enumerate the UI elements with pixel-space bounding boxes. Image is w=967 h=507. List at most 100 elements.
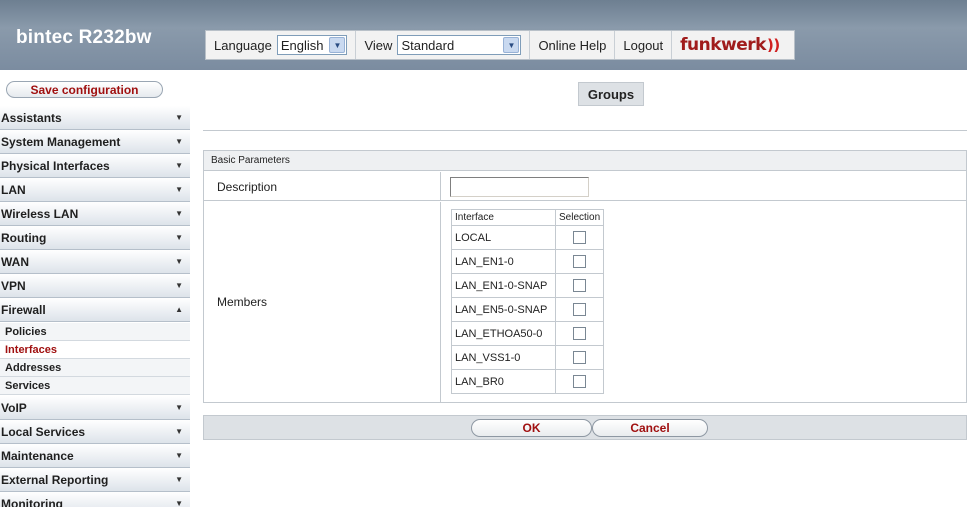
- view-selector: View Standard ▼: [356, 31, 531, 59]
- sidebar-item-vpn[interactable]: VPN ▼: [0, 274, 190, 298]
- tab-groups[interactable]: Groups: [578, 82, 644, 106]
- interface-column-header: Interface: [451, 209, 556, 226]
- main-content: Groups Basic Parameters Description Memb…: [193, 70, 967, 507]
- interface-name: LAN_VSS1-0: [451, 345, 556, 370]
- table-row: LAN_EN1-0: [451, 249, 604, 274]
- selection-checkbox[interactable]: [573, 231, 586, 244]
- sidebar-item-voip[interactable]: VoIP ▼: [0, 396, 190, 420]
- cancel-button[interactable]: Cancel: [592, 419, 708, 437]
- chevron-down-icon: ▼: [175, 281, 183, 290]
- button-bar: OK Cancel: [203, 415, 967, 440]
- logout-link[interactable]: Logout: [615, 31, 673, 59]
- sidebar-item-assistants[interactable]: Assistants ▼: [0, 106, 190, 130]
- selection-cell: [555, 249, 604, 274]
- selection-checkbox[interactable]: [573, 279, 586, 292]
- table-row: LAN_VSS1-0: [451, 345, 604, 370]
- top-toolbar: Language English ▼ View Standard ▼ Onlin…: [205, 30, 795, 60]
- interface-table-body: LOCAL LAN_EN1-0 LAN_EN1-0-SNAP LAN_EN5-0-SN…: [451, 225, 604, 394]
- interface-name: LAN_ETHOA50-0: [451, 321, 556, 346]
- chevron-down-icon: ▼: [175, 161, 183, 170]
- chevron-down-icon: ▼: [175, 233, 183, 242]
- description-input[interactable]: [450, 177, 589, 197]
- view-value: Standard: [401, 37, 455, 53]
- table-header-row: Interface Selection: [451, 209, 604, 226]
- description-label: Description: [204, 172, 441, 201]
- sidebar-subitem-interfaces[interactable]: Interfaces: [0, 341, 190, 359]
- chevron-down-icon: ▼: [175, 185, 183, 194]
- selection-column-header: Selection: [555, 209, 604, 226]
- interface-name: LAN_EN5-0-SNAP: [451, 297, 556, 322]
- app-root: bintec R232bw Language English ▼ View St…: [0, 0, 967, 507]
- chevron-up-icon: ▲: [175, 305, 183, 314]
- sidebar-item-label: Wireless LAN: [1, 206, 79, 221]
- sidebar-item-physical-interfaces[interactable]: Physical Interfaces ▼: [0, 154, 190, 178]
- selection-checkbox[interactable]: [573, 303, 586, 316]
- section-header: Basic Parameters: [204, 151, 966, 171]
- sidebar-item-label: Physical Interfaces: [1, 158, 110, 173]
- sidebar-item-monitoring[interactable]: Monitoring ▼: [0, 492, 190, 507]
- sidebar-item-external-reporting[interactable]: External Reporting ▼: [0, 468, 190, 492]
- chevron-down-icon: ▼: [175, 403, 183, 412]
- header-bar: bintec R232bw Language English ▼ View St…: [0, 0, 967, 70]
- sidebar-subitem-policies[interactable]: Policies: [0, 323, 190, 341]
- table-row: LAN_BR0: [451, 369, 604, 394]
- language-selector: Language English ▼: [206, 31, 357, 59]
- view-select[interactable]: Standard ▼: [397, 35, 522, 55]
- chevron-down-icon: ▼: [175, 257, 183, 266]
- sidebar-subitem-addresses[interactable]: Addresses: [0, 359, 190, 377]
- sidebar-item-label: Routing: [1, 230, 47, 245]
- language-label: Language: [214, 37, 272, 53]
- chevron-down-icon: ▼: [175, 499, 183, 507]
- sidebar-item-label: System Management: [1, 134, 121, 149]
- sidebar-item-system-management[interactable]: System Management ▼: [0, 130, 190, 154]
- chevron-down-icon: ▼: [175, 475, 183, 484]
- sidebar-item-label: Firewall: [1, 302, 46, 317]
- funkwerk-logo: funkwerk)): [672, 31, 794, 59]
- selection-checkbox[interactable]: [573, 375, 586, 388]
- logo-text: funkwerk)): [680, 35, 780, 55]
- sidebar-item-routing[interactable]: Routing ▼: [0, 226, 190, 250]
- sidebar-item-label: Monitoring: [1, 496, 63, 507]
- sidebar-item-wan[interactable]: WAN ▼: [0, 250, 190, 274]
- chevron-down-icon: ▼: [175, 209, 183, 218]
- table-row: LAN_EN1-0-SNAP: [451, 273, 604, 298]
- chevron-down-icon: ▼: [503, 37, 520, 53]
- chevron-down-icon: ▼: [175, 451, 183, 460]
- language-select[interactable]: English ▼: [276, 35, 348, 55]
- selection-checkbox[interactable]: [573, 351, 586, 364]
- table-row: LAN_EN5-0-SNAP: [451, 297, 604, 322]
- sidebar-item-label: LAN: [1, 182, 26, 197]
- sidebar-item-maintenance[interactable]: Maintenance ▼: [0, 444, 190, 468]
- selection-checkbox[interactable]: [573, 327, 586, 340]
- ok-button[interactable]: OK: [471, 419, 592, 437]
- members-row: Members Interface Selection LOCAL LAN_EN1…: [204, 202, 966, 402]
- tab-divider: [203, 130, 967, 131]
- sidebar-item-label: Maintenance: [1, 448, 74, 463]
- sidebar-subitem-services[interactable]: Services: [0, 377, 190, 395]
- table-row: LAN_ETHOA50-0: [451, 321, 604, 346]
- selection-cell: [555, 369, 604, 394]
- table-row: LOCAL: [451, 225, 604, 250]
- sidebar-item-label: WAN: [1, 254, 29, 269]
- selection-cell: [555, 225, 604, 250]
- description-row: Description: [204, 172, 966, 201]
- chevron-down-icon: ▼: [175, 113, 183, 122]
- sidebar-item-label: VoIP: [1, 400, 27, 415]
- sidebar-item-wireless-lan[interactable]: Wireless LAN ▼: [0, 202, 190, 226]
- selection-checkbox[interactable]: [573, 255, 586, 268]
- sidebar-item-label: Assistants: [1, 110, 62, 125]
- language-value: English: [280, 37, 324, 53]
- sidebar-item-local-services[interactable]: Local Services ▼: [0, 420, 190, 444]
- online-help-link[interactable]: Online Help: [530, 31, 616, 59]
- selection-cell: [555, 345, 604, 370]
- sidebar-item-label: VPN: [1, 278, 26, 293]
- sidebar-item-firewall[interactable]: Firewall ▲: [0, 298, 190, 322]
- sidebar-item-lan[interactable]: LAN ▼: [0, 178, 190, 202]
- sidebar-item-label: External Reporting: [1, 472, 109, 487]
- save-configuration-button[interactable]: Save configuration: [6, 81, 163, 98]
- sidebar: Save configuration Assistants ▼ System Man…: [0, 70, 193, 507]
- chevron-down-icon: ▼: [175, 427, 183, 436]
- chevron-down-icon: ▼: [329, 37, 346, 53]
- selection-cell: [555, 321, 604, 346]
- interface-name: LAN_EN1-0: [451, 249, 556, 274]
